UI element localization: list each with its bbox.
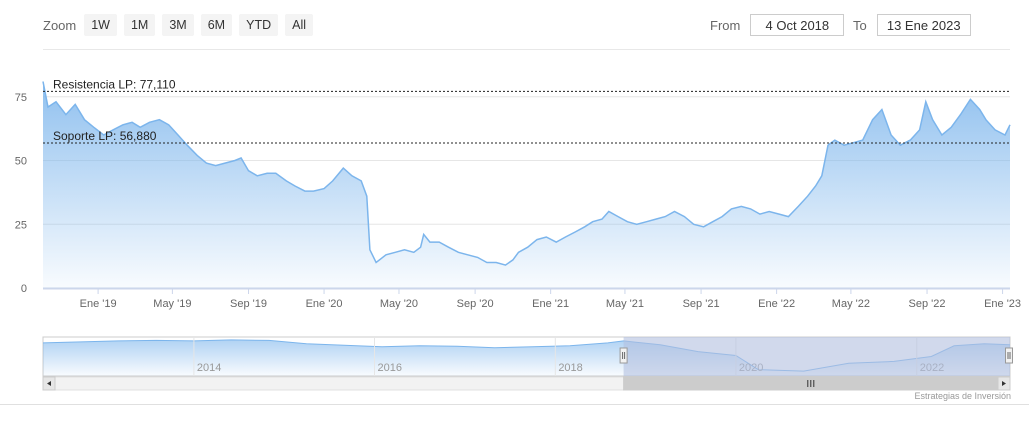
x-tick-label: Ene '19 (80, 298, 117, 310)
price-series (42, 81, 1011, 288)
footer-divider (0, 404, 1029, 405)
credit-text: Estrategias de Inversión (914, 391, 1011, 401)
x-tick-label: Ene '22 (758, 298, 795, 310)
x-tick-label: Sep '20 (457, 298, 494, 310)
x-tick-label: Ene '20 (306, 298, 343, 310)
navigator-handle-right[interactable] (1005, 347, 1013, 364)
reference-line-label: Resistencia LP: 77,110 (53, 77, 176, 91)
x-tick-label: May '22 (832, 298, 870, 310)
navigator[interactable]: 20142016201820202022 (42, 336, 1013, 391)
navigator-year-label: 2014 (197, 362, 221, 374)
price-area (43, 81, 1010, 288)
y-axis-labels: 0 25 50 75 (15, 92, 27, 295)
x-tick-label: Sep '19 (230, 298, 267, 310)
handle-body[interactable] (619, 347, 628, 364)
y-tick-label: 75 (15, 92, 27, 104)
x-tick-label: May '21 (606, 298, 644, 310)
navigator-handle-left[interactable] (619, 347, 628, 364)
navigator-selection-mask[interactable] (623, 337, 1010, 376)
navigator-year-label: 2018 (558, 362, 582, 374)
reference-lines: Resistencia LP: 77,110 Soporte LP: 56,880 (43, 77, 1010, 144)
handle-body[interactable] (1005, 347, 1013, 364)
x-axis: Ene '19 May '19 Sep '19 Ene '20 May '20 Sep '… (43, 288, 1021, 310)
x-tick-label: Sep '22 (909, 298, 946, 310)
navigator-year-label: 2016 (377, 362, 401, 374)
x-tick-label: Ene '21 (532, 298, 569, 310)
y-tick-label: 50 (15, 156, 27, 168)
y-tick-label: 25 (15, 219, 27, 231)
x-tick-label: May '19 (153, 298, 191, 310)
x-tick-label: Ene '23 (984, 298, 1021, 310)
stock-chart: 0 25 50 75 Resistencia LP: 77,110 Soporte LP… (15, 77, 1021, 391)
y-tick-label: 0 (21, 283, 27, 295)
reference-line-label: Soporte LP: 56,880 (53, 129, 157, 143)
x-tick-label: Sep '21 (683, 298, 720, 310)
x-tick-label: May '20 (380, 298, 418, 310)
